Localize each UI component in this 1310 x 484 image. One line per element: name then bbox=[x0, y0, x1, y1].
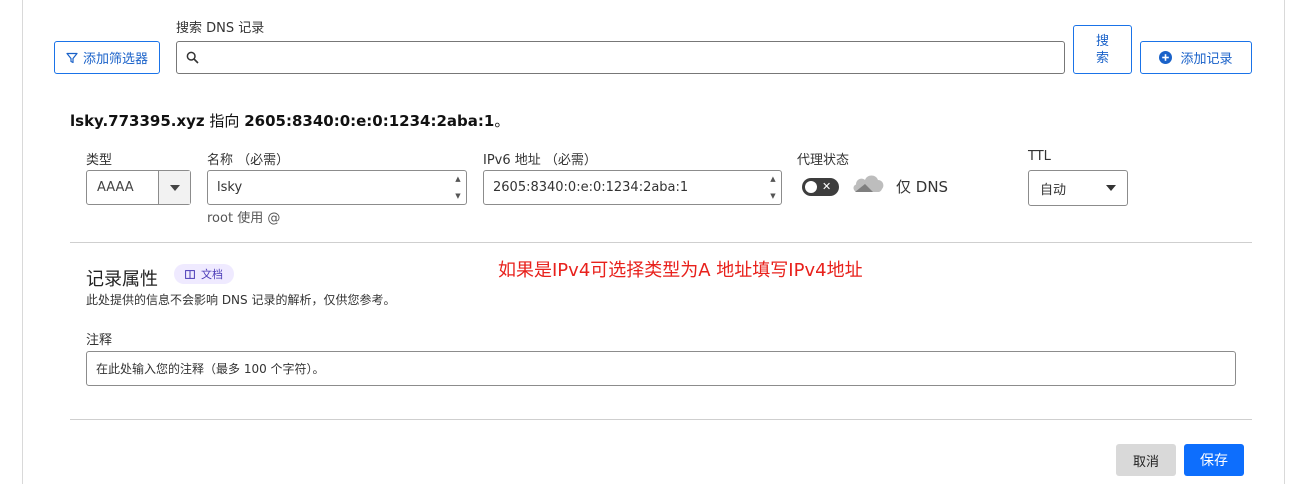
points-to-text: 指向 bbox=[204, 112, 245, 130]
type-select-toggle[interactable] bbox=[158, 171, 190, 204]
name-input[interactable]: lsky ▲ ▼ bbox=[207, 170, 467, 205]
record-suffix: 。 bbox=[494, 112, 510, 130]
search-title: 搜索 DNS 记录 bbox=[176, 21, 265, 36]
docs-badge-label: 文档 bbox=[201, 268, 223, 281]
add-record-label: 添加记录 bbox=[1180, 52, 1233, 67]
search-input[interactable] bbox=[176, 41, 1065, 74]
spinner-down-icon: ▼ bbox=[770, 191, 776, 200]
proxy-toggle-knob bbox=[805, 181, 817, 193]
record-summary: lsky.773395.xyz 指向 2605:8340:0:e:0:1234:… bbox=[70, 110, 509, 131]
comment-label: 注释 bbox=[86, 333, 113, 348]
attributes-description: 此处提供的信息不会影响 DNS 记录的解析，仅供您参考。 bbox=[86, 293, 396, 307]
save-button-label: 保存 bbox=[1200, 453, 1228, 469]
name-spinner[interactable]: ▲ ▼ bbox=[450, 171, 466, 204]
search-icon bbox=[186, 51, 199, 64]
spinner-up-icon: ▲ bbox=[455, 175, 461, 184]
annotation-text: 如果是IPv4可选择类型为A 地址填写IPv4地址 bbox=[498, 260, 863, 281]
ipv6-input-value: 2605:8340:0:e:0:1234:2aba:1 bbox=[493, 180, 689, 195]
chevron-down-icon bbox=[169, 184, 180, 191]
proxy-status-label: 代理状态 bbox=[797, 153, 850, 168]
spinner-down-icon: ▼ bbox=[455, 191, 461, 200]
spinner-up-icon: ▲ bbox=[770, 175, 776, 184]
ipv6-input[interactable]: 2605:8340:0:e:0:1234:2aba:1 ▲ ▼ bbox=[483, 170, 782, 205]
footer-divider bbox=[70, 419, 1252, 420]
ipv6-spinner[interactable]: ▲ ▼ bbox=[765, 171, 781, 204]
ttl-select-value: 自动 bbox=[1040, 182, 1067, 198]
type-select[interactable]: AAAA bbox=[86, 170, 191, 205]
record-target: 2605:8340:0:e:0:1234:2aba:1 bbox=[244, 112, 495, 130]
cloud-icon bbox=[853, 175, 884, 192]
name-label: 名称 （必需） bbox=[207, 153, 290, 168]
attributes-title: 记录属性 bbox=[86, 269, 158, 290]
cancel-button-label: 取消 bbox=[1132, 454, 1159, 470]
comment-input[interactable]: 在此处输入您的注释（最多 100 个字符）。 bbox=[86, 351, 1236, 386]
type-label: 类型 bbox=[86, 153, 113, 168]
search-button[interactable]: 搜 索 bbox=[1073, 25, 1132, 74]
docs-badge[interactable]: 文档 bbox=[174, 264, 234, 284]
record-name: lsky.773395.xyz bbox=[70, 112, 205, 130]
search-button-label: 搜 索 bbox=[1095, 33, 1109, 66]
name-hint: root 使用 @ bbox=[207, 211, 281, 226]
name-input-value: lsky bbox=[217, 180, 243, 195]
proxy-toggle[interactable]: ✕ bbox=[802, 178, 839, 196]
proxy-status-text: 仅 DNS bbox=[896, 178, 949, 196]
add-record-button[interactable]: 添加记录 bbox=[1140, 41, 1252, 74]
book-icon bbox=[185, 269, 195, 279]
type-select-value: AAAA bbox=[97, 180, 134, 195]
ttl-select[interactable]: 自动 bbox=[1028, 170, 1128, 206]
add-filter-label: 添加筛选器 bbox=[82, 52, 148, 67]
section-divider bbox=[70, 242, 1252, 243]
comment-input-placeholder: 在此处输入您的注释（最多 100 个字符）。 bbox=[96, 362, 325, 376]
ipv6-label: IPv6 地址 （必需） bbox=[483, 153, 597, 168]
chevron-down-icon bbox=[1106, 185, 1116, 191]
cancel-button[interactable]: 取消 bbox=[1116, 444, 1176, 476]
close-icon: ✕ bbox=[822, 180, 832, 193]
ttl-label: TTL bbox=[1028, 149, 1051, 164]
add-filter-button[interactable]: 添加筛选器 bbox=[54, 41, 160, 74]
plus-circle-icon bbox=[1159, 51, 1173, 64]
save-button[interactable]: 保存 bbox=[1184, 444, 1244, 476]
filter-icon bbox=[66, 52, 78, 63]
